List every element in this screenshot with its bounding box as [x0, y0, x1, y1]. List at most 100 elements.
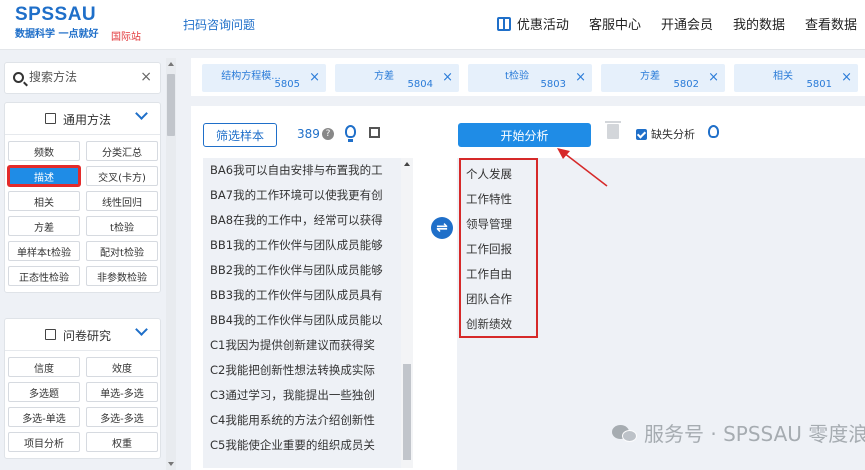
group-general-methods: 通用方法 频数 分类汇总 描述 交叉(卡方) 相关 线性回归 方差 t检验 单样… — [4, 102, 161, 293]
expand-icon[interactable] — [369, 127, 380, 138]
method-group-summary[interactable]: 分类汇总 — [86, 141, 158, 161]
method-frequency[interactable]: 频数 — [8, 141, 80, 161]
variable-item[interactable]: BB3我的工作伙伴与团队成员具有 — [203, 283, 391, 308]
method-correlation[interactable]: 相关 — [8, 191, 80, 211]
close-icon[interactable]: × — [309, 70, 320, 85]
swap-icon[interactable]: ⇌ — [431, 217, 453, 239]
selected-variable[interactable]: 工作回报 — [461, 237, 536, 262]
trash-icon[interactable] — [605, 121, 621, 139]
tab-label: 相关 — [773, 71, 793, 82]
variable-item[interactable]: BA6我可以自由安排与布置我的工 — [203, 158, 391, 183]
gift-icon — [496, 16, 511, 31]
nav-label: 优惠活动 — [516, 18, 569, 33]
start-analysis-button[interactable]: 开始分析 — [458, 123, 591, 147]
tab-anova-1[interactable]: 方差 5804 × — [335, 64, 459, 92]
method-reliability[interactable]: 信度 — [8, 357, 80, 377]
group-survey-research: 问卷研究 信度 效度 多选题 单选-多选 多选-单选 多选-多选 项目分析 权重 — [4, 318, 161, 459]
selected-variable[interactable]: 工作自由 — [461, 262, 536, 287]
nav-support[interactable]: 客服中心 — [589, 14, 641, 33]
variable-item[interactable]: C3通过学习，我能提出一些独创 — [203, 383, 391, 408]
close-icon[interactable]: × — [708, 70, 719, 85]
tab-count: 5803 — [540, 79, 566, 90]
tab-label: t检验 — [505, 71, 529, 82]
method-item-analysis[interactable]: 项目分析 — [8, 432, 80, 452]
method-grid-general: 频数 分类汇总 描述 交叉(卡方) 相关 线性回归 方差 t检验 单样本t检验 … — [5, 135, 160, 292]
variable-item[interactable]: BB1我的工作伙伴与团队成员能够 — [203, 233, 391, 258]
method-multiple-choice[interactable]: 多选题 — [8, 382, 80, 402]
method-nonparametric[interactable]: 非参数检验 — [86, 266, 158, 286]
chevron-down-icon[interactable] — [135, 323, 148, 336]
top-nav: 优惠活动 客服中心 开通会员 我的数据 查看数据 — [477, 14, 857, 33]
method-search-box: × — [4, 62, 161, 94]
method-one-sample-t[interactable]: 单样本t检验 — [8, 241, 80, 261]
clear-icon[interactable]: × — [140, 69, 152, 85]
variable-item[interactable]: C4我能用系统的方法介绍创新性 — [203, 408, 391, 433]
variable-item[interactable]: BA7我的工作环境可以使我更有创 — [203, 183, 391, 208]
method-anova[interactable]: 方差 — [8, 216, 80, 236]
variable-item[interactable]: C5我能使企业重要的组织成员关 — [203, 433, 391, 458]
close-icon[interactable]: × — [841, 70, 852, 85]
analysis-panel: 筛选样本 389 ? BA6我可以自由安排与布置我的工 BA7我的工作环境可以使… — [191, 106, 865, 470]
group-header-general[interactable]: 通用方法 — [5, 103, 160, 135]
chevron-down-icon[interactable] — [135, 107, 148, 120]
method-t-test[interactable]: t检验 — [86, 216, 158, 236]
nav-promotions[interactable]: 优惠活动 — [496, 14, 569, 33]
selected-variable[interactable]: 工作特性 — [461, 187, 536, 212]
filter-sample-button[interactable]: 筛选样本 — [203, 123, 277, 147]
top-bar: SPSSAU 数据科学 一点就好 国际站 扫码咨询问题 优惠活动 客服中心 开通… — [0, 0, 865, 50]
scroll-up-arrow-icon[interactable] — [168, 62, 174, 66]
missing-analysis-checkbox[interactable] — [636, 128, 647, 140]
sidebar-scroll-thumb[interactable] — [167, 74, 175, 136]
variable-item[interactable]: C2我能把创新性想法转换成实际 — [203, 358, 391, 383]
tab-correlation[interactable]: 相关 5801 × — [734, 64, 858, 92]
method-paired-t[interactable]: 配对t检验 — [86, 241, 158, 261]
close-icon[interactable]: × — [442, 70, 453, 85]
variable-list-scrollbar[interactable] — [401, 158, 413, 468]
close-icon[interactable]: × — [575, 70, 586, 85]
lightbulb-icon[interactable] — [345, 125, 356, 142]
variable-item[interactable]: BA8在我的工作中，经常可以获得 — [203, 208, 391, 233]
method-sidebar: × 通用方法 频数 分类汇总 描述 交叉(卡方) 相关 线性回归 方差 t检验 … — [0, 58, 175, 470]
method-crosstab[interactable]: 交叉(卡方) — [86, 166, 158, 186]
intl-site-link[interactable]: 国际站 — [111, 28, 141, 43]
method-search-input[interactable] — [29, 70, 134, 84]
logo[interactable]: SPSSAU — [15, 4, 96, 26]
app-window: SPSSAU 数据科学 一点就好 国际站 扫码咨询问题 优惠活动 客服中心 开通… — [0, 0, 865, 470]
method-descriptive[interactable]: 描述 — [8, 166, 80, 186]
tab-sem[interactable]: 结构方程模... 5805 × — [202, 64, 326, 92]
variable-scroll-thumb[interactable] — [403, 364, 411, 460]
tab-label: 结构方程模... — [221, 71, 281, 82]
tab-anova-2[interactable]: 方差 5802 × — [601, 64, 725, 92]
missing-analysis-option[interactable]: 缺失分析 — [636, 126, 695, 142]
scan-consult-link[interactable]: 扫码咨询问题 — [183, 16, 255, 33]
variable-item[interactable]: C1我因为提供创新建议而获得奖 — [203, 333, 391, 358]
selected-variable[interactable]: 团队合作 — [461, 287, 536, 312]
lightbulb-icon[interactable] — [708, 125, 719, 138]
nav-membership[interactable]: 开通会员 — [661, 14, 713, 33]
tab-count: 5802 — [673, 79, 699, 90]
method-weight[interactable]: 权重 — [86, 432, 158, 452]
sidebar-scrollbar[interactable] — [166, 58, 176, 470]
variable-item[interactable]: BB2我的工作伙伴与团队成员能够 — [203, 258, 391, 283]
method-linear-regression[interactable]: 线性回归 — [86, 191, 158, 211]
scroll-down-arrow-icon[interactable] — [168, 462, 174, 466]
selected-variable[interactable]: 个人发展 — [461, 162, 536, 187]
tab-count: 5804 — [407, 79, 433, 90]
tab-t-test[interactable]: t检验 5803 × — [468, 64, 592, 92]
nav-my-data[interactable]: 我的数据 — [733, 14, 785, 33]
selected-variable[interactable]: 领导管理 — [461, 212, 536, 237]
variable-item[interactable]: BB4我的工作伙伴与团队成员能以 — [203, 308, 391, 333]
selected-variable[interactable]: 创新绩效 — [461, 312, 536, 337]
help-icon[interactable]: ? — [322, 128, 334, 140]
scroll-up-arrow-icon[interactable] — [404, 162, 410, 166]
method-single-multi[interactable]: 单选-多选 — [86, 382, 158, 402]
group-header-survey[interactable]: 问卷研究 — [5, 319, 160, 351]
logo-slogan: 数据科学 一点就好 — [15, 29, 99, 40]
method-multi-multi[interactable]: 多选-多选 — [86, 407, 158, 427]
method-validity[interactable]: 效度 — [86, 357, 158, 377]
nav-view-data[interactable]: 查看数据 — [805, 14, 857, 33]
group-title: 通用方法 — [63, 113, 112, 127]
search-icon — [13, 72, 24, 83]
method-normality-test[interactable]: 正态性检验 — [8, 266, 80, 286]
method-multi-single[interactable]: 多选-单选 — [8, 407, 80, 427]
